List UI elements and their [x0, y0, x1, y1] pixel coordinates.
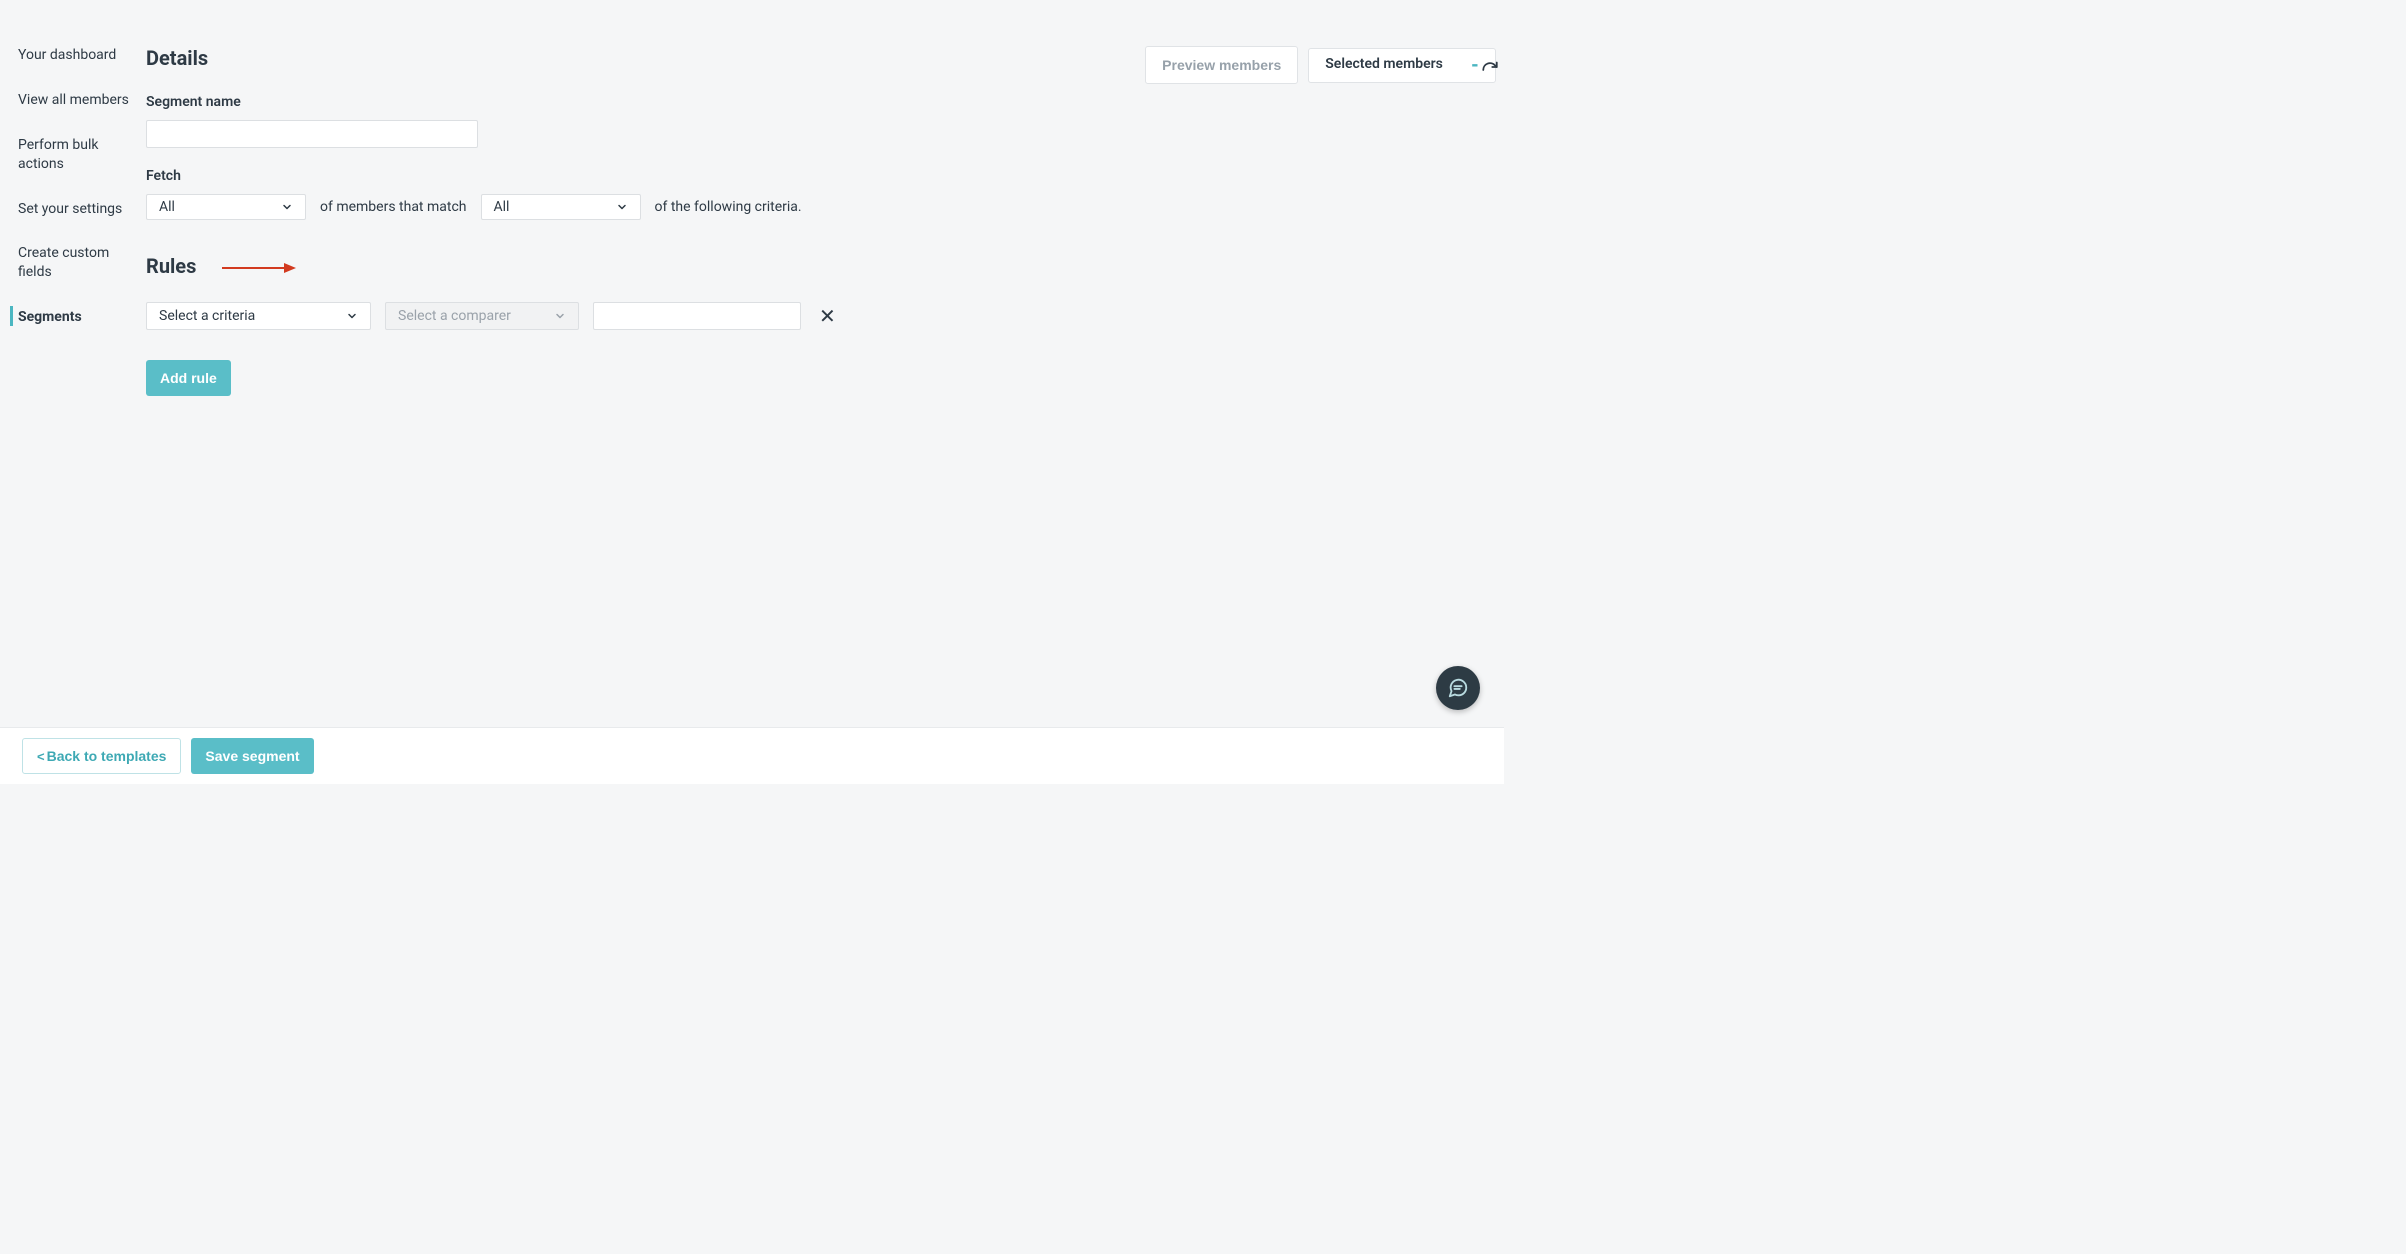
rule-value-input[interactable]: [593, 302, 801, 330]
rule-criteria-select[interactable]: Select a criteria: [146, 302, 371, 330]
chevron-down-icon: [281, 201, 293, 213]
fetch-match-select[interactable]: All: [481, 194, 641, 220]
footer-bar: < Back to templates Save segment: [0, 727, 1504, 784]
back-to-templates-label: Back to templates: [47, 748, 167, 764]
remove-rule-button[interactable]: ✕: [815, 304, 840, 328]
chat-fab[interactable]: [1436, 666, 1480, 710]
chevron-down-icon: [616, 201, 628, 213]
rule-row: Select a criteria Select a comparer ✕: [146, 302, 1496, 330]
rule-comparer-select: Select a comparer: [385, 302, 579, 330]
sidebar-item-label: Your dashboard: [18, 47, 116, 63]
preview-members-button[interactable]: Preview members: [1145, 46, 1298, 84]
rules-heading: Rules: [146, 254, 1496, 278]
sidebar-item-label: Perform bulk actions: [18, 137, 98, 172]
rule-criteria-placeholder: Select a criteria: [159, 308, 255, 324]
close-icon: ✕: [819, 304, 836, 328]
sidebar-item-view-all-members[interactable]: View all members: [0, 91, 146, 136]
fetch-label: Fetch: [146, 168, 1496, 184]
chevron-left-icon: <: [37, 749, 45, 764]
sidebar-item-custom-fields[interactable]: Create custom fields: [0, 244, 146, 308]
sidebar-item-label: Create custom fields: [18, 245, 109, 280]
top-right-controls: Preview members Selected members -: [1145, 46, 1496, 84]
sidebar-item-label: Segments: [18, 309, 82, 325]
add-rule-button[interactable]: Add rule: [146, 360, 231, 396]
sidebar: Your dashboard View all members Perform …: [0, 0, 146, 784]
preview-members-label: Preview members: [1162, 57, 1281, 73]
rule-comparer-placeholder: Select a comparer: [398, 308, 511, 324]
main-content: Preview members Selected members - Detai…: [146, 0, 1504, 784]
segment-name-label: Segment name: [146, 94, 1496, 110]
fetch-quantity-value: All: [159, 199, 175, 215]
fetch-mid-text: of members that match: [320, 199, 467, 215]
segment-name-input[interactable]: [146, 120, 478, 148]
fetch-tail-text: of the following criteria.: [655, 199, 802, 215]
fetch-quantity-select[interactable]: All: [146, 194, 306, 220]
selected-members-label: Selected members: [1325, 56, 1443, 74]
add-rule-label: Add rule: [160, 370, 217, 386]
sidebar-item-segments[interactable]: Segments: [0, 308, 146, 353]
save-segment-button[interactable]: Save segment: [191, 738, 313, 774]
chat-icon: [1447, 677, 1469, 699]
fetch-match-value: All: [494, 199, 510, 215]
sidebar-item-bulk-actions[interactable]: Perform bulk actions: [0, 136, 146, 200]
fetch-row: All of members that match All of the fol…: [146, 194, 1496, 220]
selected-members-box: Selected members -: [1308, 48, 1496, 83]
save-segment-label: Save segment: [205, 748, 299, 764]
sidebar-item-settings[interactable]: Set your settings: [0, 200, 146, 245]
selected-members-value: -: [1471, 55, 1479, 76]
chevron-down-icon: [554, 310, 566, 322]
sidebar-item-label: Set your settings: [18, 201, 122, 217]
sidebar-item-label: View all members: [18, 92, 129, 108]
chevron-down-icon: [346, 310, 358, 322]
back-to-templates-button[interactable]: < Back to templates: [22, 738, 181, 774]
refresh-icon[interactable]: [1480, 60, 1500, 80]
sidebar-item-dashboard[interactable]: Your dashboard: [0, 46, 146, 91]
